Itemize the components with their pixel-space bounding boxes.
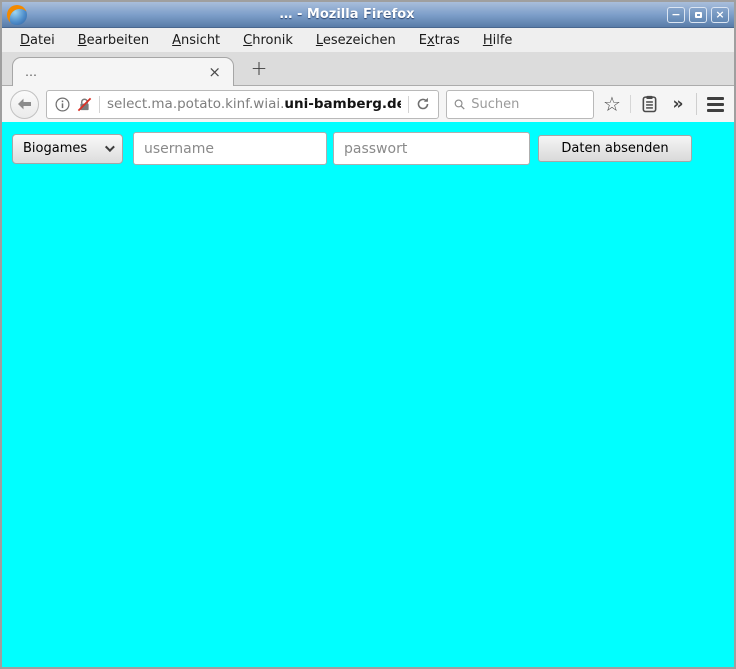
select-value: Biogames bbox=[23, 141, 87, 156]
toolbar-divider-1 bbox=[630, 95, 631, 113]
url-domain: uni-bamberg.de bbox=[284, 96, 401, 112]
menu-item-datei[interactable]: Datei bbox=[10, 30, 65, 51]
search-box[interactable] bbox=[446, 90, 594, 119]
firefox-window: … - Mozilla Firefox − × Datei Bearbeiten… bbox=[0, 0, 736, 669]
hamburger-icon bbox=[707, 97, 724, 112]
menu-item-extras[interactable]: Extras bbox=[409, 30, 470, 51]
tab-title: … bbox=[25, 65, 208, 79]
navigation-toolbar: select.ma.potato.kinf.wiai.uni-bamberg.d… bbox=[2, 86, 734, 122]
plus-icon: + bbox=[251, 56, 268, 80]
bookmark-button[interactable]: ☆ bbox=[601, 90, 623, 118]
search-icon bbox=[454, 98, 465, 111]
biogames-select[interactable]: Biogames bbox=[12, 134, 123, 164]
url-prefix: select.ma.potato.kinf.wiai. bbox=[107, 96, 284, 112]
window-controls: − × bbox=[667, 7, 729, 23]
library-icon bbox=[641, 95, 658, 113]
url-divider-right bbox=[408, 96, 409, 113]
firefox-logo-icon bbox=[7, 5, 27, 25]
tab-close-icon[interactable]: × bbox=[208, 65, 221, 80]
url-divider bbox=[99, 96, 100, 113]
overflow-button[interactable]: » bbox=[667, 90, 689, 118]
info-icon[interactable] bbox=[55, 97, 70, 112]
reload-icon bbox=[416, 97, 430, 111]
maximize-icon bbox=[695, 12, 702, 18]
menu-item-lesezeichen[interactable]: Lesezeichen bbox=[306, 30, 406, 51]
menu-button[interactable] bbox=[704, 90, 726, 118]
chevron-down-icon bbox=[105, 142, 115, 152]
back-arrow-icon bbox=[17, 98, 32, 110]
back-button[interactable] bbox=[10, 90, 39, 119]
toolbar-divider-2 bbox=[696, 93, 697, 115]
close-button[interactable]: × bbox=[711, 7, 729, 23]
menu-item-chronik[interactable]: Chronik bbox=[233, 30, 303, 51]
minimize-button[interactable]: − bbox=[667, 7, 685, 23]
star-icon: ☆ bbox=[603, 94, 621, 114]
close-icon: × bbox=[715, 8, 724, 21]
insecure-padlock-icon[interactable] bbox=[77, 97, 92, 112]
new-tab-button[interactable]: + bbox=[246, 55, 272, 81]
login-form: Biogames Daten absenden bbox=[2, 122, 734, 165]
reload-button[interactable] bbox=[416, 97, 430, 111]
menu-item-ansicht[interactable]: Ansicht bbox=[162, 30, 230, 51]
submit-button[interactable]: Daten absenden bbox=[538, 135, 692, 162]
search-input[interactable] bbox=[471, 97, 586, 112]
page-content: Biogames Daten absenden bbox=[2, 122, 734, 667]
window-title: … - Mozilla Firefox bbox=[27, 7, 667, 22]
title-bar: … - Mozilla Firefox − × bbox=[2, 2, 734, 28]
menu-bar: Datei Bearbeiten Ansicht Chronik Lesezei… bbox=[2, 28, 734, 52]
url-text[interactable]: select.ma.potato.kinf.wiai.uni-bamberg.d… bbox=[107, 96, 401, 112]
password-field[interactable] bbox=[333, 132, 530, 165]
tab-bar: … × + bbox=[2, 52, 734, 86]
double-chevron-icon: » bbox=[673, 94, 684, 114]
minimize-icon: − bbox=[671, 8, 680, 21]
url-bar[interactable]: select.ma.potato.kinf.wiai.uni-bamberg.d… bbox=[46, 90, 439, 119]
maximize-button[interactable] bbox=[689, 7, 707, 23]
username-field[interactable] bbox=[133, 132, 327, 165]
active-tab[interactable]: … × bbox=[12, 57, 234, 86]
library-button[interactable] bbox=[638, 90, 660, 118]
menu-item-bearbeiten[interactable]: Bearbeiten bbox=[68, 30, 159, 51]
menu-item-hilfe[interactable]: Hilfe bbox=[473, 30, 523, 51]
